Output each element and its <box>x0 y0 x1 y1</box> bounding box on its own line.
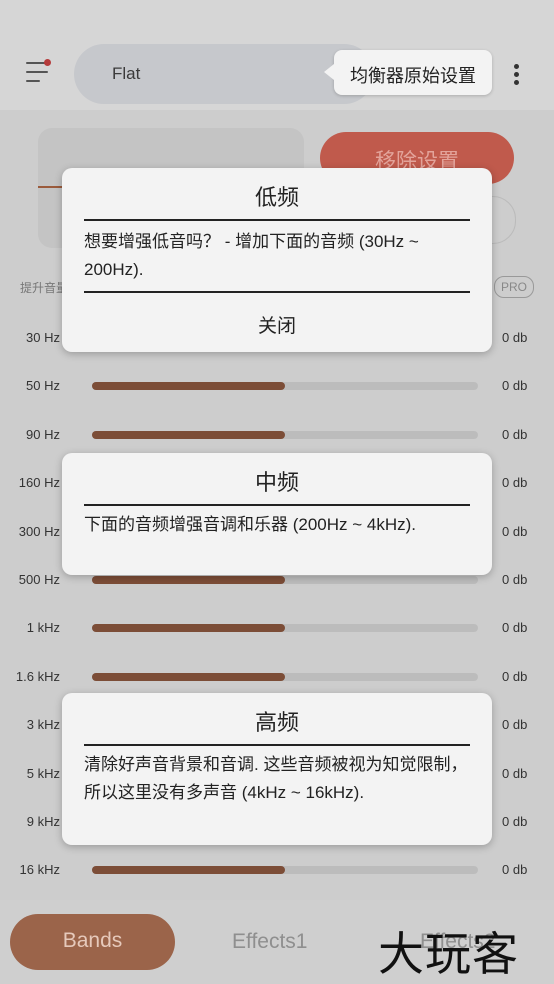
preset-tooltip: 均衡器原始设置 <box>324 50 492 95</box>
band-row: 1.6 kHz 0 db <box>0 667 554 687</box>
band-gain-value: 0 db <box>502 378 528 394</box>
close-button[interactable]: 关闭 <box>62 311 492 338</box>
band-slider-fill <box>92 382 285 391</box>
dialog-body: 下面的音频增强音调和乐器 (200Hz ~ 4kHz). <box>84 515 417 534</box>
band-frequency-label: 5 kHz <box>26 765 60 781</box>
dialog-body: 想要增强低音吗？ - 增加下面的音频 (30Hz ~ 200Hz). <box>84 232 419 279</box>
band-gain-value: 0 db <box>502 765 528 781</box>
dialog-title: 中频 <box>254 470 299 495</box>
band-frequency-label: 500 Hz <box>18 572 60 587</box>
boost-label: 提升音量 <box>20 281 69 295</box>
pro-badge: PRO <box>494 276 534 298</box>
tab-effects1[interactable]: Effects1 <box>232 930 308 954</box>
band-row: 16 kHz 0 db <box>0 860 554 880</box>
band-frequency-label: 16 kHz <box>19 862 60 878</box>
band-slider[interactable] <box>92 430 478 439</box>
band-slider[interactable] <box>92 382 478 391</box>
dialog-divider <box>84 219 470 221</box>
dialog-divider <box>84 744 470 746</box>
band-gain-value: 0 db <box>502 862 528 878</box>
band-slider-fill <box>92 624 285 633</box>
notification-dot <box>44 59 51 66</box>
band-slider-fill <box>92 576 285 584</box>
tooltip-text: 均衡器原始设置 <box>350 66 476 86</box>
dialog-title: 低频 <box>254 185 299 210</box>
band-frequency-label: 1 kHz <box>26 620 60 636</box>
mid-frequency-dialog: 中频 下面的音频增强音调和乐器 (200Hz ~ 4kHz). <box>62 453 492 575</box>
band-row: 1 kHz 0 db <box>0 618 554 638</box>
band-frequency-label: 30 Hz <box>26 330 60 345</box>
band-slider[interactable] <box>92 866 478 875</box>
band-frequency-label: 1.6 kHz <box>15 668 60 684</box>
top-bar: Flat 均衡器原始设置 <box>0 0 554 110</box>
more-options-icon[interactable] <box>510 64 522 86</box>
band-slider[interactable] <box>92 624 478 633</box>
low-frequency-dialog: 低频 想要增强低音吗？ - 增加下面的音频 (30Hz ~ 200Hz). 关闭 <box>62 168 492 352</box>
dialog-divider <box>84 291 470 293</box>
band-frequency-label: 3 kHz <box>26 717 60 733</box>
band-row: 50 Hz 0 db <box>0 376 554 396</box>
band-slider[interactable] <box>92 672 478 681</box>
band-gain-value: 0 db <box>502 814 528 829</box>
band-gain-value: 0 db <box>502 620 528 636</box>
band-frequency-label: 90 Hz <box>26 426 60 442</box>
dialog-body: 清除好声音背景和音调. 这些音频被视为知觉限制，所以这里没有多声音 (4kHz … <box>84 755 468 802</box>
dialog-divider <box>84 504 470 506</box>
band-gain-value: 0 db <box>502 668 528 684</box>
band-frequency-label: 9 kHz <box>26 814 60 829</box>
dialog-title: 高频 <box>254 710 299 735</box>
band-gain-value: 0 db <box>502 330 528 345</box>
band-slider[interactable] <box>92 576 478 584</box>
band-frequency-label: 160 Hz <box>18 475 60 491</box>
tab-bands-label: Bands <box>62 929 123 952</box>
high-frequency-dialog: 高频 清除好声音背景和音调. 这些音频被视为知觉限制，所以这里没有多声音 (4k… <box>62 693 492 845</box>
watermark-logo: 大玩客 <box>378 927 519 981</box>
band-slider-fill <box>92 430 285 439</box>
band-gain-value: 0 db <box>502 523 528 539</box>
band-gain-value: 0 db <box>502 717 528 733</box>
preset-name: Flat <box>112 64 141 83</box>
band-gain-value: 0 db <box>502 426 528 442</box>
band-slider-fill <box>92 866 285 875</box>
tab-bands[interactable]: Bands <box>10 914 175 970</box>
band-row: 90 Hz 0 db <box>0 425 554 445</box>
band-frequency-label: 300 Hz <box>18 523 60 539</box>
band-slider-fill <box>92 672 285 681</box>
band-gain-value: 0 db <box>502 475 528 491</box>
band-frequency-label: 50 Hz <box>26 378 60 394</box>
band-gain-value: 0 db <box>502 572 528 587</box>
